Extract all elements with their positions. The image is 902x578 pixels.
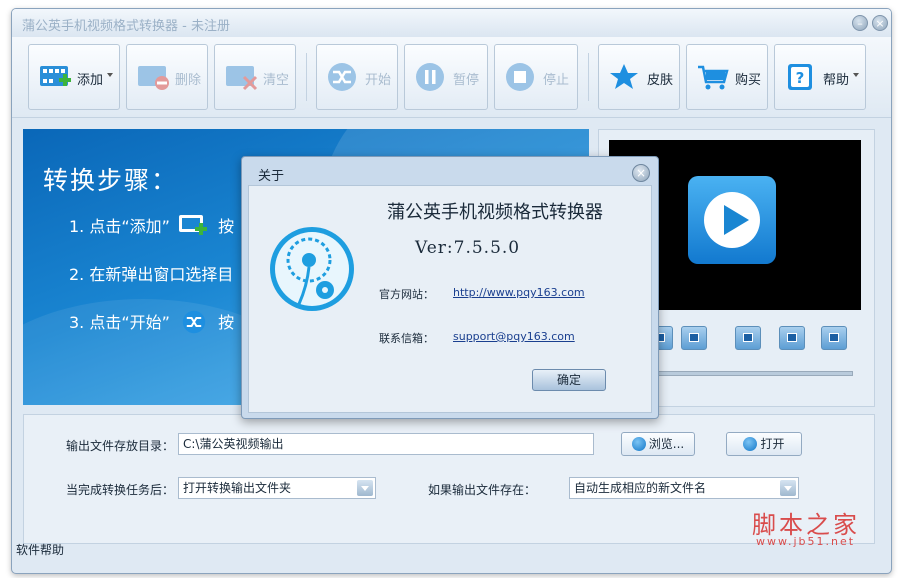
window-title: 蒲公英手机视频格式转换器 - 未注册 [22,19,230,34]
dialog-version: Ver:7.5.5.0 [415,238,521,258]
folder-button[interactable] [821,326,847,350]
skin-button[interactable]: 皮肤 [598,44,680,110]
about-dialog: 关于 × 蒲公英手机视频格式转换器 Ver:7.5.5.0 官方网站： http… [241,156,659,419]
volume-button[interactable] [735,326,761,350]
add-button[interactable]: 添加 [28,44,120,110]
play-button[interactable] [688,176,776,264]
chevron-down-icon[interactable] [107,73,113,77]
help-book-icon: ? [788,64,812,90]
step-1-tail: 按 [218,217,235,236]
help-button[interactable]: ? 帮助 [774,44,866,110]
pause-label: 暂停 [453,73,480,88]
dialog-body: 蒲公英手机视频格式转换器 Ver:7.5.5.0 官方网站： http://ww… [248,185,652,413]
step-1-text: 1. 点击“添加” [69,217,170,236]
toolbar-divider [306,53,307,101]
speaker-icon [743,333,753,342]
minimize-button[interactable]: – [852,15,868,31]
dialog-app-name: 蒲公英手机视频格式转换器 [387,202,603,223]
output-dir-field[interactable]: C:\蒲公英视频输出 [178,433,594,455]
stop-label: 停止 [543,73,570,88]
add-video-icon [40,66,71,86]
output-settings: 输出文件存放目录： C:\蒲公英视频输出 浏览... 打开 当完成转换任务后： … [23,414,875,544]
shopping-cart-icon [698,65,729,90]
pause-icon [416,63,444,91]
skin-label: 皮肤 [647,73,674,88]
email-label: 联系信箱： [379,332,434,345]
on-complete-value: 打开转换输出文件夹 [183,481,292,495]
delete-label: 删除 [175,73,202,88]
watermark-url: www.jb51.net [756,535,856,548]
clear-button[interactable]: 清空 [214,44,296,110]
on-complete-label: 当完成转换任务后： [66,483,175,497]
open-folder-button[interactable]: 打开 [726,432,802,456]
steps-title: 转换步骤： [43,166,179,195]
screen-icon [689,333,699,342]
if-exists-label: 如果输出文件存在： [428,483,537,497]
output-dir-label: 输出文件存放目录： [66,439,175,453]
camera-icon [787,333,797,342]
step-1: 1. 点击“添加” 按 [69,213,234,237]
start-button[interactable]: 开始 [316,44,398,110]
stop-button[interactable]: 停止 [494,44,578,110]
clear-label: 清空 [263,73,290,88]
dialog-close-button[interactable]: × [632,164,650,182]
website-link[interactable]: http://www.pqy163.com [453,286,585,299]
pause-button[interactable]: 暂停 [404,44,488,110]
delete-button[interactable]: 删除 [126,44,208,110]
chevron-down-icon[interactable] [357,480,373,496]
browse-label: 浏览... [648,437,685,451]
toolbar: 添加 删除 清空 开始 暂停 停止 皮肤 购买 ? 帮助 [12,37,891,118]
add-video-icon [179,215,208,235]
buy-button[interactable]: 购买 [686,44,768,110]
browse-button[interactable]: 浏览... [621,432,695,456]
open-label: 打开 [760,437,785,451]
dialog-title: 关于 [258,169,285,184]
email-link[interactable]: support@pqy163.com [453,330,575,343]
shuffle-convert-icon [328,63,356,91]
open-icon [743,437,758,451]
fullscreen-button[interactable] [681,326,707,350]
if-exists-value: 自动生成相应的新文件名 [574,481,707,495]
start-label: 开始 [365,73,392,88]
if-exists-select[interactable]: 自动生成相应的新文件名 [569,477,799,499]
step-3-text: 3. 点击“开始” [69,313,170,332]
step-3-tail: 按 [218,313,235,332]
step-2: 2. 在新弹出窗口选择目 [69,265,234,284]
clear-list-icon [226,66,258,91]
play-icon [704,192,760,248]
ok-button[interactable]: 确定 [532,369,606,391]
svg-text:?: ? [796,69,805,87]
folder-icon [829,333,839,342]
browse-icon [631,437,646,451]
chevron-down-icon[interactable] [780,480,796,496]
star-icon [610,64,638,89]
software-help-link[interactable]: 软件帮助 [16,541,64,558]
title-bar: 蒲公英手机视频格式转换器 - 未注册 – × [12,9,891,37]
add-label: 添加 [77,73,104,88]
dandelion-logo-icon [270,227,354,311]
close-button[interactable]: × [872,15,888,31]
help-label: 帮助 [823,73,850,88]
on-complete-select[interactable]: 打开转换输出文件夹 [178,477,376,499]
website-label: 官方网站： [379,288,434,301]
buy-label: 购买 [735,73,762,88]
toolbar-divider [588,53,589,101]
delete-video-icon [138,66,169,90]
camera-button[interactable] [779,326,805,350]
chevron-down-icon[interactable] [853,73,859,77]
step-3: 3. 点击“开始” 按 [69,309,234,334]
shuffle-convert-icon [182,310,206,334]
stop-icon [506,63,534,91]
